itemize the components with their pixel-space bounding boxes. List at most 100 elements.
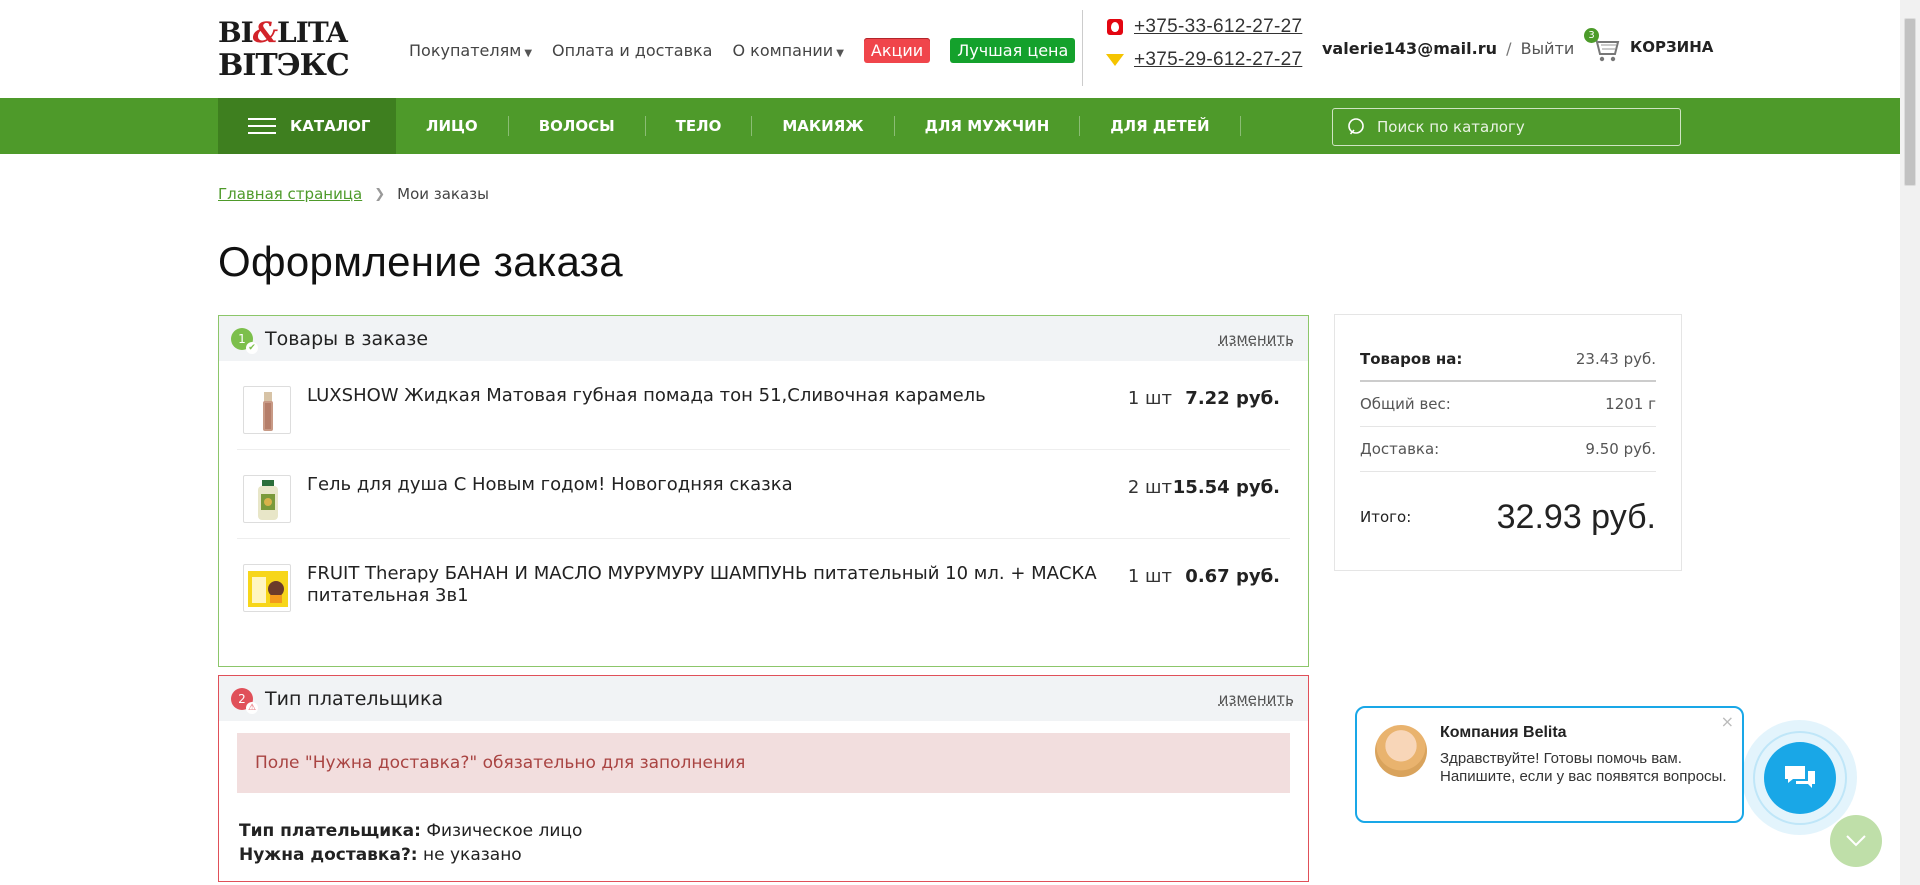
logo[interactable]: BI&LITA ВIТЭКС xyxy=(218,14,370,86)
mts-icon xyxy=(1106,18,1124,36)
payer-block-header: 2 ⚠ Тип плательщика изменить xyxy=(219,676,1308,721)
payer-properties: Тип плательщика: Физическое лицо Нужна д… xyxy=(219,793,1308,867)
error-alert: Поле "Нужна доставка?" обязательно для з… xyxy=(237,733,1290,793)
category-menu: ЛИЦО ВОЛОСЫ ТЕЛО МАКИЯЖ ДЛЯ МУЖЧИН ДЛЯ Д… xyxy=(396,98,1241,154)
catalog-label: КАТАЛОГ xyxy=(290,117,371,135)
payer-block-title: Тип плательщика xyxy=(265,687,444,710)
chat-popup[interactable]: Компания Belita Здравствуйте! Готовы пом… xyxy=(1355,706,1744,823)
breadcrumb: Главная страница ❯ Мои заказы xyxy=(218,185,489,203)
list-item: LUXSHOW Жидкая Матовая губная помада тон… xyxy=(237,361,1290,450)
summary-goods-value: 23.43 руб. xyxy=(1575,349,1656,368)
user-email[interactable]: valerie143@mail.ru xyxy=(1322,39,1497,58)
summary-goods-row: Товаров на: 23.43 руб. xyxy=(1360,337,1656,382)
nav-makeup[interactable]: МАКИЯЖ xyxy=(752,116,895,136)
avatar xyxy=(1375,725,1427,777)
close-icon[interactable]: × xyxy=(1721,712,1734,731)
scroll-down-button[interactable] xyxy=(1830,815,1882,867)
payer-change-link[interactable]: изменить xyxy=(1219,690,1294,708)
product-price: 7.22 руб. xyxy=(1185,388,1280,409)
cart-icon: 3 xyxy=(1584,28,1622,64)
header: BI&LITA ВIТЭКС Покупателям ▼ Оплата и дос… xyxy=(0,0,1900,98)
nav-about-label: О компании xyxy=(732,41,834,60)
chat-icon xyxy=(1784,765,1815,788)
nav-buyers[interactable]: Покупателям ▼ xyxy=(409,41,532,60)
goods-block-header: 1 ✔ Товары в заказе изменить xyxy=(219,316,1308,361)
summary-goods-label: Товаров на: xyxy=(1360,349,1463,368)
summary-weight-label: Общий вес: xyxy=(1360,395,1451,413)
nav-about[interactable]: О компании ▼ xyxy=(732,41,843,60)
logout-link[interactable]: Выйти xyxy=(1521,39,1575,58)
page-title: Оформление заказа xyxy=(218,238,623,285)
nav-body[interactable]: ТЕЛО xyxy=(646,116,753,136)
product-thumbnail[interactable] xyxy=(243,386,291,434)
logo-ampersand: & xyxy=(252,16,278,49)
breadcrumb-home[interactable]: Главная страница xyxy=(218,185,362,203)
summary-delivery-value: 9.50 руб. xyxy=(1585,440,1656,458)
scrollbar[interactable] xyxy=(1900,0,1920,885)
goods-block-title: Товары в заказе xyxy=(265,327,429,350)
payer-type-label: Тип плательщика: xyxy=(239,821,421,841)
phones: +375-33-612-27-27 +375-29-612-27-27 xyxy=(1106,10,1302,76)
delivery-row: Нужна доставка?: не указано xyxy=(239,843,1288,867)
logo-text-2: ВIТЭКС xyxy=(218,48,350,83)
product-price: 0.67 руб. xyxy=(1185,566,1280,587)
menu-icon xyxy=(248,118,276,134)
cart-button[interactable]: 3 КОРЗИНА xyxy=(1584,28,1714,64)
chevron-down-icon xyxy=(1846,835,1866,847)
chevron-down-icon: ▼ xyxy=(524,48,533,59)
sale-badge[interactable]: Акции xyxy=(863,38,931,63)
chevron-down-icon: ▼ xyxy=(836,48,844,59)
goods-change-link[interactable]: изменить xyxy=(1219,330,1294,348)
goods-list: LUXSHOW Жидкая Матовая губная помада тон… xyxy=(219,361,1308,628)
phone-link-a1[interactable]: +375-29-612-27-27 xyxy=(1134,49,1302,71)
payer-block: 2 ⚠ Тип плательщика изменить Поле "Нужна … xyxy=(218,675,1309,882)
cart-label: КОРЗИНА xyxy=(1630,38,1714,56)
main-navigation: КАТАЛОГ ЛИЦО ВОЛОСЫ ТЕЛО МАКИЯЖ ДЛЯ МУЖЧ… xyxy=(0,98,1900,154)
catalog-button[interactable]: КАТАЛОГ xyxy=(218,98,396,154)
summary-total-label: Итого: xyxy=(1360,508,1412,526)
nav-kids[interactable]: ДЛЯ ДЕТЕЙ xyxy=(1080,116,1241,136)
chevron-right-icon: ❯ xyxy=(374,186,386,202)
product-thumbnail[interactable] xyxy=(243,475,291,523)
product-name[interactable]: LUXSHOW Жидкая Матовая губная помада тон… xyxy=(307,385,1127,407)
nav-buyers-label: Покупателям xyxy=(409,41,522,60)
scrollbar-thumb[interactable] xyxy=(1904,18,1916,186)
summary-delivery-row: Доставка: 9.50 руб. xyxy=(1360,427,1656,472)
user-area: valerie143@mail.ru / Выйти xyxy=(1322,39,1574,58)
cart-count-badge: 3 xyxy=(1584,28,1599,43)
product-quantity: 1 шт xyxy=(1127,388,1172,409)
chat-message: Здравствуйте! Готовы помочь вам. Напишит… xyxy=(1440,750,1727,785)
summary-weight-value: 1201 г xyxy=(1605,395,1656,413)
order-summary: Товаров на: 23.43 руб. Общий вес: 1201 г… xyxy=(1334,314,1682,571)
nav-men[interactable]: ДЛЯ МУЖЧИН xyxy=(895,116,1081,136)
chat-company-name: Компания Belita xyxy=(1440,724,1567,741)
search-input[interactable] xyxy=(1377,118,1667,136)
phone-mts: +375-33-612-27-27 xyxy=(1106,10,1302,43)
delivery-label: Нужна доставка?: xyxy=(239,845,418,865)
list-item: Гель для душа С Новым годом! Новогодняя … xyxy=(237,450,1290,539)
nav-hair[interactable]: ВОЛОСЫ xyxy=(509,116,646,136)
product-quantity: 2 шт xyxy=(1127,477,1172,498)
product-name[interactable]: FRUIT Therapy БАНАН И МАСЛО МУРУМУРУ ШАМ… xyxy=(307,563,1127,607)
page: BI&LITA ВIТЭКС Покупателям ▼ Оплата и дос… xyxy=(0,0,1920,885)
summary-delivery-label: Доставка: xyxy=(1360,440,1440,458)
phone-link-mts[interactable]: +375-33-612-27-27 xyxy=(1134,16,1302,38)
goods-block: 1 ✔ Товары в заказе изменить LUXSHOW Жидк… xyxy=(218,315,1309,667)
product-name[interactable]: Гель для душа С Новым годом! Новогодняя … xyxy=(307,474,1127,496)
summary-total-value: 32.93 руб. xyxy=(1496,497,1656,536)
logo-text-1: BI xyxy=(218,16,254,49)
logo-text-1b: LITA xyxy=(277,16,348,49)
summary-total-row: Итого: 32.93 руб. xyxy=(1360,472,1656,562)
nav-payment-delivery[interactable]: Оплата и доставка xyxy=(552,41,712,60)
nav-face[interactable]: ЛИЦО xyxy=(396,116,509,136)
best-price-badge[interactable]: Лучшая цена xyxy=(950,38,1076,63)
step-complete-icon: 1 ✔ xyxy=(231,327,258,354)
top-navigation: Покупателям ▼ Оплата и доставка О компани… xyxy=(409,38,1095,63)
chat-button[interactable] xyxy=(1742,720,1857,835)
header-divider xyxy=(1082,10,1083,86)
product-thumbnail[interactable] xyxy=(243,564,291,612)
breadcrumb-current: Мои заказы xyxy=(397,185,489,203)
delivery-value: не указано xyxy=(423,845,522,865)
product-price: 15.54 руб. xyxy=(1172,477,1280,498)
a1-icon xyxy=(1106,51,1124,69)
